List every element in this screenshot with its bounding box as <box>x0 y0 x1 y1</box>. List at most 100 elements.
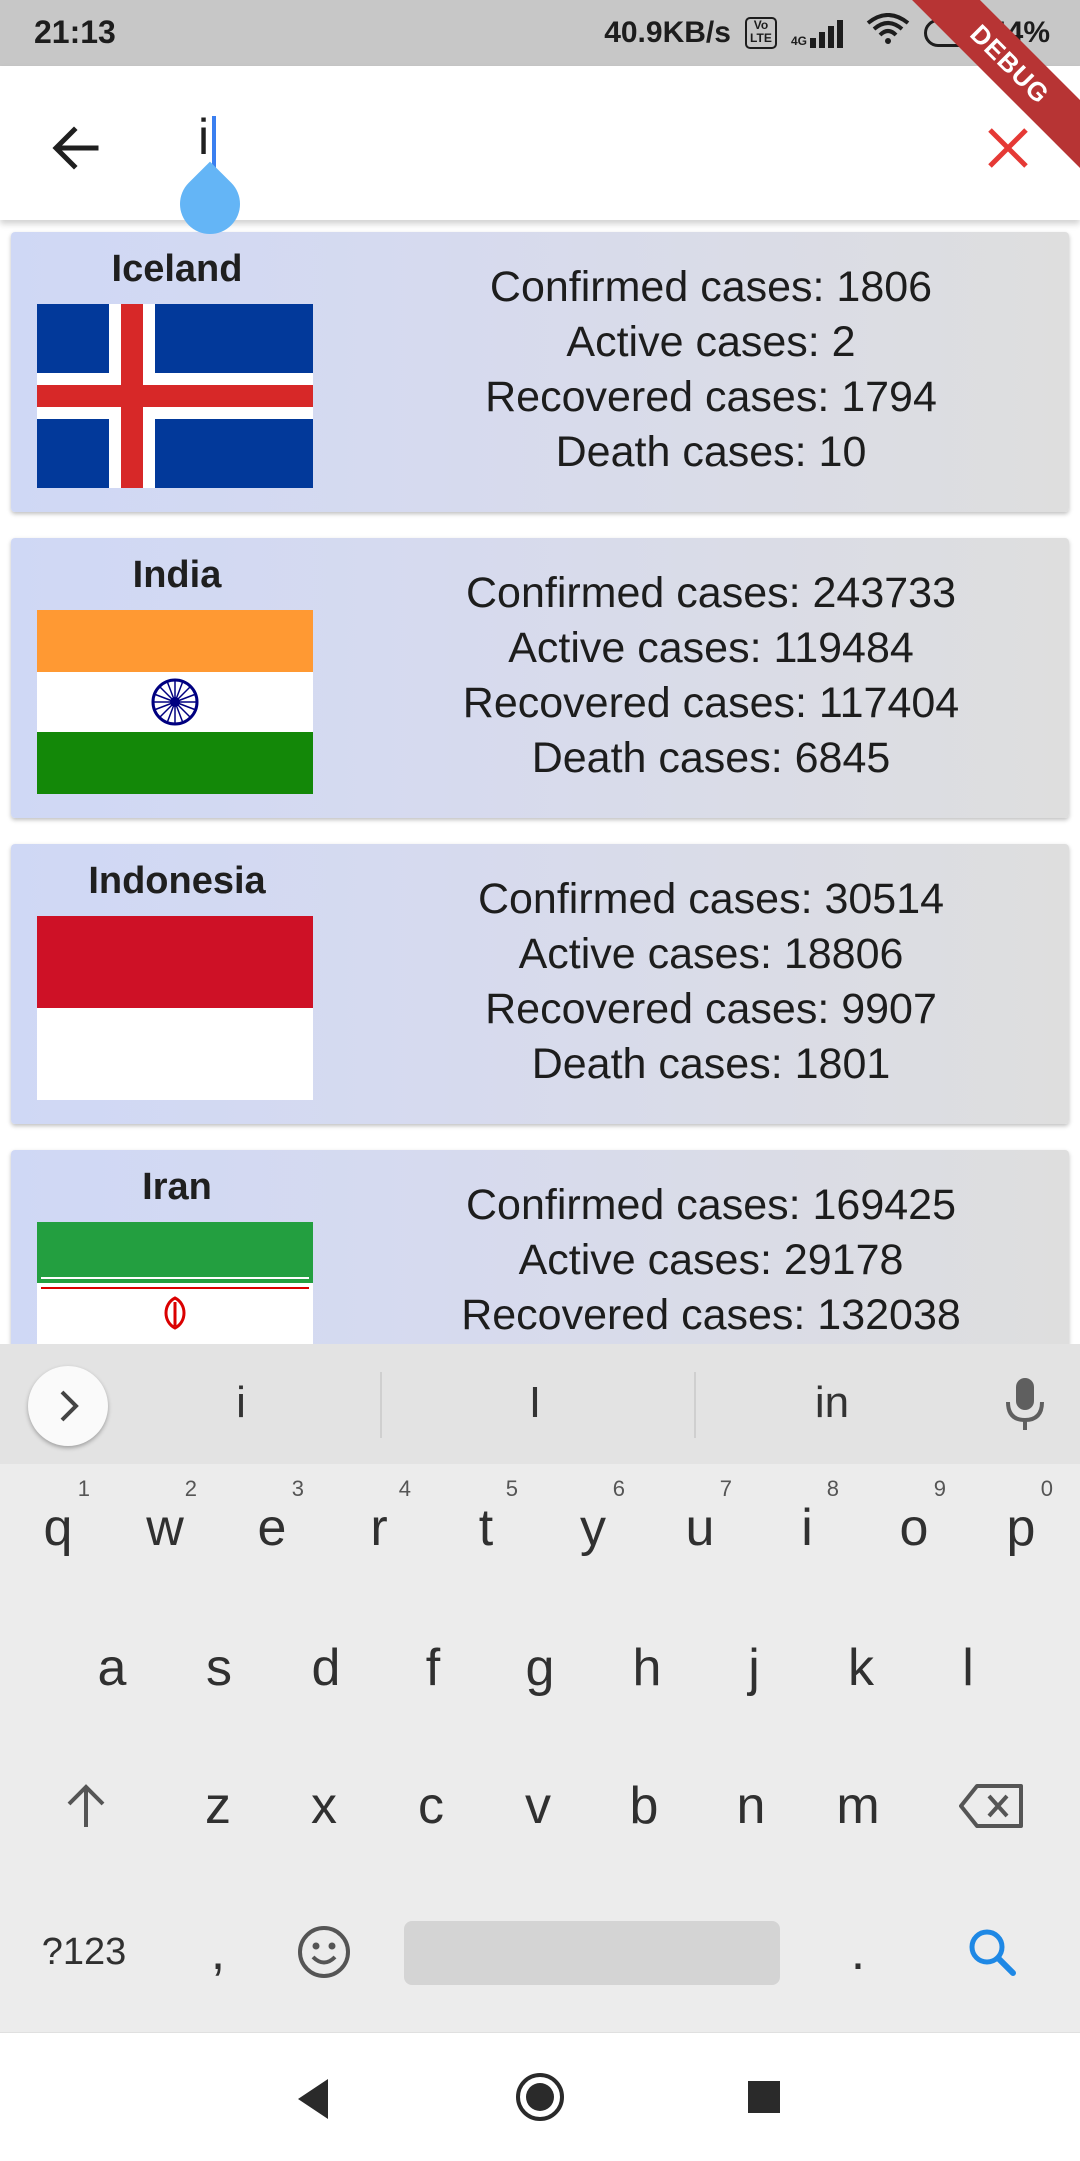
iceland-flag-icon <box>37 304 313 488</box>
country-card-india[interactable]: India Confirmed cases: 243733 Active cas… <box>11 538 1069 818</box>
key-h[interactable]: h <box>597 1608 697 1728</box>
confirmed-cases: Confirmed cases: 1806 <box>489 263 933 311</box>
microphone-icon <box>1006 1378 1044 1430</box>
key-n[interactable]: n <box>701 1746 801 1866</box>
circle-home-icon <box>516 2073 564 2121</box>
space-bar[interactable] <box>404 1921 780 1985</box>
search-key[interactable] <box>942 1892 1042 2012</box>
key-r[interactable]: r4 <box>329 1468 429 1588</box>
key-o[interactable]: o9 <box>864 1468 964 1588</box>
key-z[interactable]: z <box>168 1746 268 1866</box>
close-icon <box>988 128 1028 168</box>
recovered-cases: Recovered cases: 132038 <box>461 1291 961 1339</box>
key-e[interactable]: e3 <box>222 1468 322 1588</box>
key-m[interactable]: m <box>808 1746 908 1866</box>
death-cases: Death cases: 10 <box>555 428 867 476</box>
emoji-key[interactable] <box>274 1892 374 2012</box>
square-recents-icon <box>748 2081 780 2113</box>
system-nav-bar <box>0 2032 1080 2161</box>
country-list[interactable]: Iceland Confirmed cases: 1806 Active cas… <box>0 220 1080 1344</box>
active-cases: Active cases: 2 <box>566 318 856 366</box>
suggestion-1[interactable]: i <box>181 1378 301 1428</box>
recovered-cases: Recovered cases: 1794 <box>485 373 937 421</box>
period-key[interactable]: . <box>808 1892 908 2012</box>
country-stats: Confirmed cases: 30514 Active cases: 188… <box>371 872 1051 1092</box>
shift-key[interactable] <box>36 1746 136 1866</box>
country-stats: Confirmed cases: 169425 Active cases: 29… <box>371 1178 1051 1343</box>
india-flag-icon <box>37 610 313 794</box>
soft-keyboard: i I in q1 w2 e3 r4 t5 y6 u7 i8 o9 p0 a s… <box>0 1344 1080 2032</box>
country-card-iran[interactable]: Iran Confirmed cases: 169425 Active case… <box>11 1150 1069 1344</box>
key-y[interactable]: y6 <box>543 1468 643 1588</box>
chevron-right-icon <box>60 1390 79 1422</box>
confirmed-cases: Confirmed cases: 169425 <box>465 1181 956 1229</box>
arrow-back-icon <box>52 126 99 170</box>
key-x[interactable]: x <box>274 1746 374 1866</box>
active-cases: Active cases: 29178 <box>518 1236 904 1284</box>
recovered-cases: Recovered cases: 117404 <box>462 679 960 727</box>
nav-home-button[interactable] <box>510 2067 570 2127</box>
confirmed-cases: Confirmed cases: 30514 <box>477 875 945 923</box>
signal-label: 4G <box>790 34 807 48</box>
iran-flag-icon <box>37 1222 313 1344</box>
key-a[interactable]: a <box>62 1608 162 1728</box>
key-j[interactable]: j <box>704 1608 804 1728</box>
active-cases: Active cases: 119484 <box>508 624 914 672</box>
emoji-icon <box>298 1926 350 1978</box>
expand-toolbar-button[interactable] <box>28 1366 108 1446</box>
suggestion-2[interactable]: I <box>475 1378 595 1428</box>
death-cases: Death cases: 1801 <box>531 1040 891 1088</box>
active-cases: Active cases: 18806 <box>518 930 904 978</box>
key-f[interactable]: f <box>383 1608 483 1728</box>
symbols-key[interactable]: ?123 <box>34 1892 134 2012</box>
back-button[interactable] <box>46 118 106 178</box>
key-p[interactable]: p0 <box>971 1468 1071 1588</box>
suggestion-divider <box>380 1372 382 1438</box>
key-l[interactable]: l <box>918 1608 1018 1728</box>
suggestion-divider <box>694 1372 696 1438</box>
search-app-bar: i <box>0 66 1080 247</box>
nav-back-button[interactable] <box>284 2071 344 2127</box>
key-c[interactable]: c <box>381 1746 481 1866</box>
status-bar: 21:13 40.9KB/s Vo LTE 4G 44% DEBUG <box>0 0 1080 180</box>
key-w[interactable]: w2 <box>115 1468 215 1588</box>
search-input[interactable]: i <box>198 108 209 166</box>
recovered-cases: Recovered cases: 9907 <box>485 985 937 1033</box>
clear-search-button[interactable] <box>978 118 1038 178</box>
wifi-icon <box>866 13 910 53</box>
comma-key[interactable]: , <box>168 1892 268 2012</box>
network-speed: 40.9KB/s <box>604 16 731 49</box>
shift-arrow-icon <box>67 1784 105 1827</box>
key-i[interactable]: i8 <box>757 1468 857 1588</box>
country-card-indonesia[interactable]: Indonesia Confirmed cases: 30514 Active … <box>11 844 1069 1124</box>
status-time: 21:13 <box>34 14 116 50</box>
country-card-iceland[interactable]: Iceland Confirmed cases: 1806 Active cas… <box>11 232 1069 512</box>
country-name: Indonesia <box>88 860 266 902</box>
nav-recents-button[interactable] <box>744 2077 784 2117</box>
key-t[interactable]: t5 <box>436 1468 536 1588</box>
search-icon <box>969 1929 1016 1976</box>
death-cases: Death cases: 6845 <box>531 734 891 782</box>
key-v[interactable]: v <box>488 1746 588 1866</box>
backspace-key[interactable] <box>942 1746 1042 1866</box>
voice-input-button[interactable] <box>1000 1374 1050 1434</box>
country-name: Iran <box>142 1166 212 1208</box>
suggestion-strip: i I in <box>0 1344 1080 1464</box>
indonesia-flag-icon <box>37 916 313 1100</box>
country-stats: Confirmed cases: 1806 Active cases: 2 Re… <box>371 260 1051 480</box>
key-q[interactable]: q1 <box>8 1468 108 1588</box>
key-d[interactable]: d <box>276 1608 376 1728</box>
key-s[interactable]: s <box>169 1608 269 1728</box>
key-g[interactable]: g <box>490 1608 590 1728</box>
key-b[interactable]: b <box>594 1746 694 1866</box>
country-name: India <box>132 554 222 596</box>
key-k[interactable]: k <box>811 1608 911 1728</box>
volte-icon: Vo LTE <box>744 17 777 49</box>
suggestion-3[interactable]: in <box>772 1378 892 1428</box>
key-u[interactable]: u7 <box>650 1468 750 1588</box>
triangle-back-icon <box>298 2079 328 2119</box>
country-name: Iceland <box>111 248 243 290</box>
country-stats: Confirmed cases: 243733 Active cases: 11… <box>371 566 1051 786</box>
backspace-icon <box>959 1784 1023 1828</box>
signal-icon: 4G <box>791 18 852 48</box>
